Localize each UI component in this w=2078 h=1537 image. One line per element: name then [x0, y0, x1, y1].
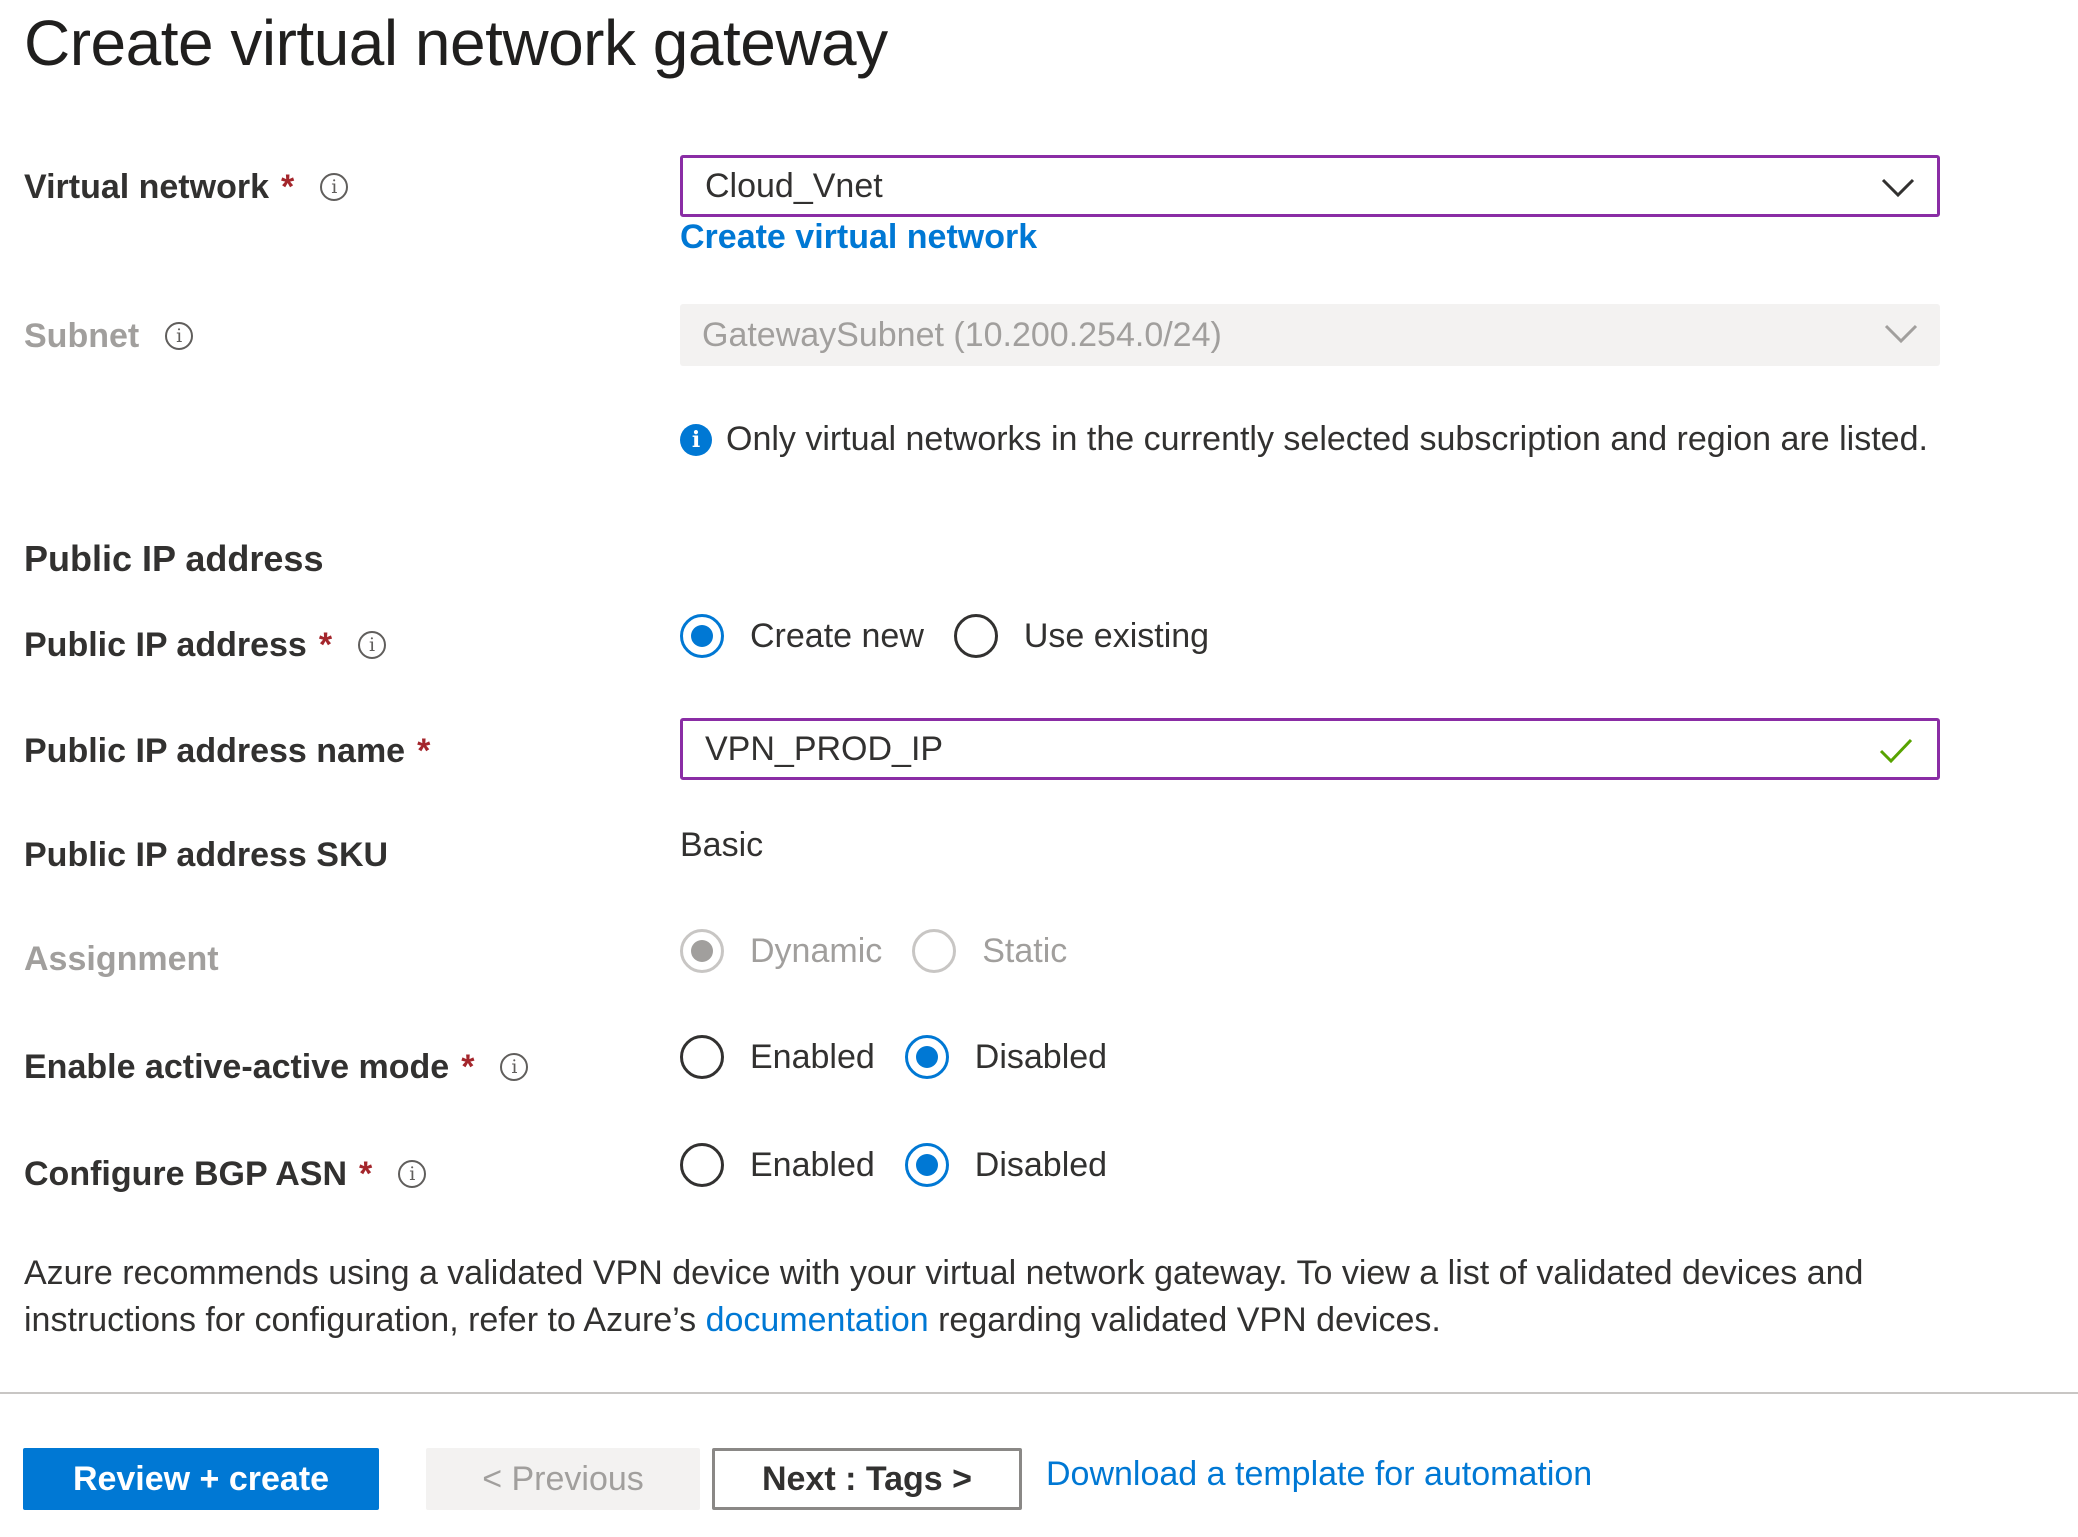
radio-static-label: Static	[982, 931, 1068, 970]
radio-active-active-enabled-label: Enabled	[750, 1037, 875, 1076]
radio-dynamic: Dynamic	[680, 929, 882, 973]
info-icon[interactable]: i	[500, 1053, 529, 1081]
virtual-network-dropdown[interactable]: Cloud_Vnet	[680, 155, 1940, 217]
assignment-label-text: Assignment	[24, 939, 219, 978]
bgp-asn-radio-group: Enabled Disabled	[680, 1138, 1137, 1192]
info-icon[interactable]: i	[358, 631, 387, 659]
radio-circle-selected[interactable]	[904, 1035, 949, 1079]
radio-create-new[interactable]: Create new	[680, 614, 924, 658]
previous-button: < Previous	[426, 1448, 700, 1510]
subscription-notice: i Only virtual networks in the currently…	[680, 420, 1928, 459]
required-asterisk: *	[281, 167, 295, 206]
radio-circle[interactable]	[953, 614, 998, 658]
radio-dynamic-label: Dynamic	[750, 931, 883, 970]
radio-create-new-label: Create new	[750, 616, 924, 655]
active-active-label: Enable active-active mode * i	[24, 1042, 529, 1092]
chevron-down-icon	[1884, 324, 1918, 344]
footer-divider	[0, 1392, 2078, 1394]
subnet-label: Subnet i	[24, 311, 194, 361]
public-ip-label: Public IP address * i	[24, 620, 387, 670]
public-ip-label-text: Public IP address	[24, 625, 307, 664]
checkmark-icon	[1879, 738, 1913, 764]
radio-bgp-enabled-label: Enabled	[750, 1145, 875, 1184]
info-icon[interactable]: i	[320, 173, 349, 201]
subnet-label-text: Subnet	[24, 316, 140, 355]
radio-bgp-disabled-label: Disabled	[974, 1145, 1108, 1184]
virtual-network-value: Cloud_Vnet	[705, 166, 883, 205]
radio-circle-selected[interactable]	[904, 1143, 949, 1187]
required-asterisk: *	[359, 1154, 373, 1193]
active-active-radio-group: Enabled Disabled	[680, 1030, 1137, 1084]
radio-circle[interactable]	[680, 1143, 724, 1187]
radio-circle-selected	[680, 929, 724, 973]
bgp-asn-label-text: Configure BGP ASN	[24, 1154, 348, 1193]
public-ip-name-value: VPN_PROD_IP	[705, 729, 944, 768]
public-ip-name-label-text: Public IP address name	[24, 731, 406, 770]
radio-circle-selected[interactable]	[680, 614, 724, 658]
next-tags-button[interactable]: Next : Tags >	[712, 1448, 1022, 1510]
required-asterisk: *	[417, 731, 431, 770]
page-title: Create virtual network gateway	[24, 7, 888, 79]
public-ip-sku-label: Public IP address SKU	[24, 830, 388, 880]
required-asterisk: *	[318, 625, 333, 664]
chevron-down-icon	[1881, 178, 1915, 198]
subnet-value: GatewaySubnet (10.200.254.0/24)	[702, 315, 1222, 354]
radio-active-active-enabled[interactable]: Enabled	[680, 1035, 875, 1079]
active-active-label-text: Enable active-active mode	[24, 1047, 450, 1086]
bgp-asn-label: Configure BGP ASN * i	[24, 1149, 427, 1199]
public-ip-name-input[interactable]: VPN_PROD_IP	[680, 718, 1940, 780]
public-ip-sku-value: Basic	[680, 826, 764, 864]
review-create-button[interactable]: Review + create	[23, 1448, 379, 1510]
create-virtual-network-link[interactable]: Create virtual network	[680, 218, 1037, 257]
radio-circle[interactable]	[680, 1035, 724, 1079]
radio-active-active-disabled[interactable]: Disabled	[904, 1035, 1108, 1079]
public-ip-radio-group: Create new Use existing	[680, 609, 1239, 663]
recommendation-text-after: regarding validated VPN devices.	[928, 1301, 1441, 1339]
virtual-network-label-text: Virtual network	[24, 167, 269, 206]
info-filled-icon: i	[680, 423, 712, 456]
radio-bgp-disabled[interactable]: Disabled	[904, 1143, 1108, 1187]
virtual-network-label: Virtual network * i	[24, 162, 349, 212]
public-ip-section-heading: Public IP address	[24, 538, 324, 579]
info-icon[interactable]: i	[165, 322, 194, 350]
assignment-label: Assignment	[24, 934, 219, 984]
subnet-dropdown: GatewaySubnet (10.200.254.0/24)	[680, 304, 1940, 366]
radio-use-existing[interactable]: Use existing	[953, 614, 1210, 658]
assignment-radio-group: Dynamic Static	[680, 924, 1097, 978]
info-icon[interactable]: i	[398, 1160, 427, 1188]
public-ip-name-label: Public IP address name *	[24, 726, 430, 776]
radio-bgp-enabled[interactable]: Enabled	[680, 1143, 875, 1187]
radio-static: Static	[912, 929, 1067, 973]
radio-use-existing-label: Use existing	[1023, 616, 1210, 655]
radio-circle	[912, 929, 957, 973]
public-ip-sku-label-text: Public IP address SKU	[24, 835, 389, 874]
documentation-link[interactable]: documentation	[706, 1301, 929, 1339]
download-template-link[interactable]: Download a template for automation	[1046, 1455, 1592, 1494]
radio-active-active-disabled-label: Disabled	[974, 1037, 1108, 1076]
vpn-device-recommendation: Azure recommends using a validated VPN d…	[24, 1250, 2004, 1344]
subscription-notice-text: Only virtual networks in the currently s…	[726, 420, 1928, 458]
required-asterisk: *	[461, 1047, 475, 1086]
